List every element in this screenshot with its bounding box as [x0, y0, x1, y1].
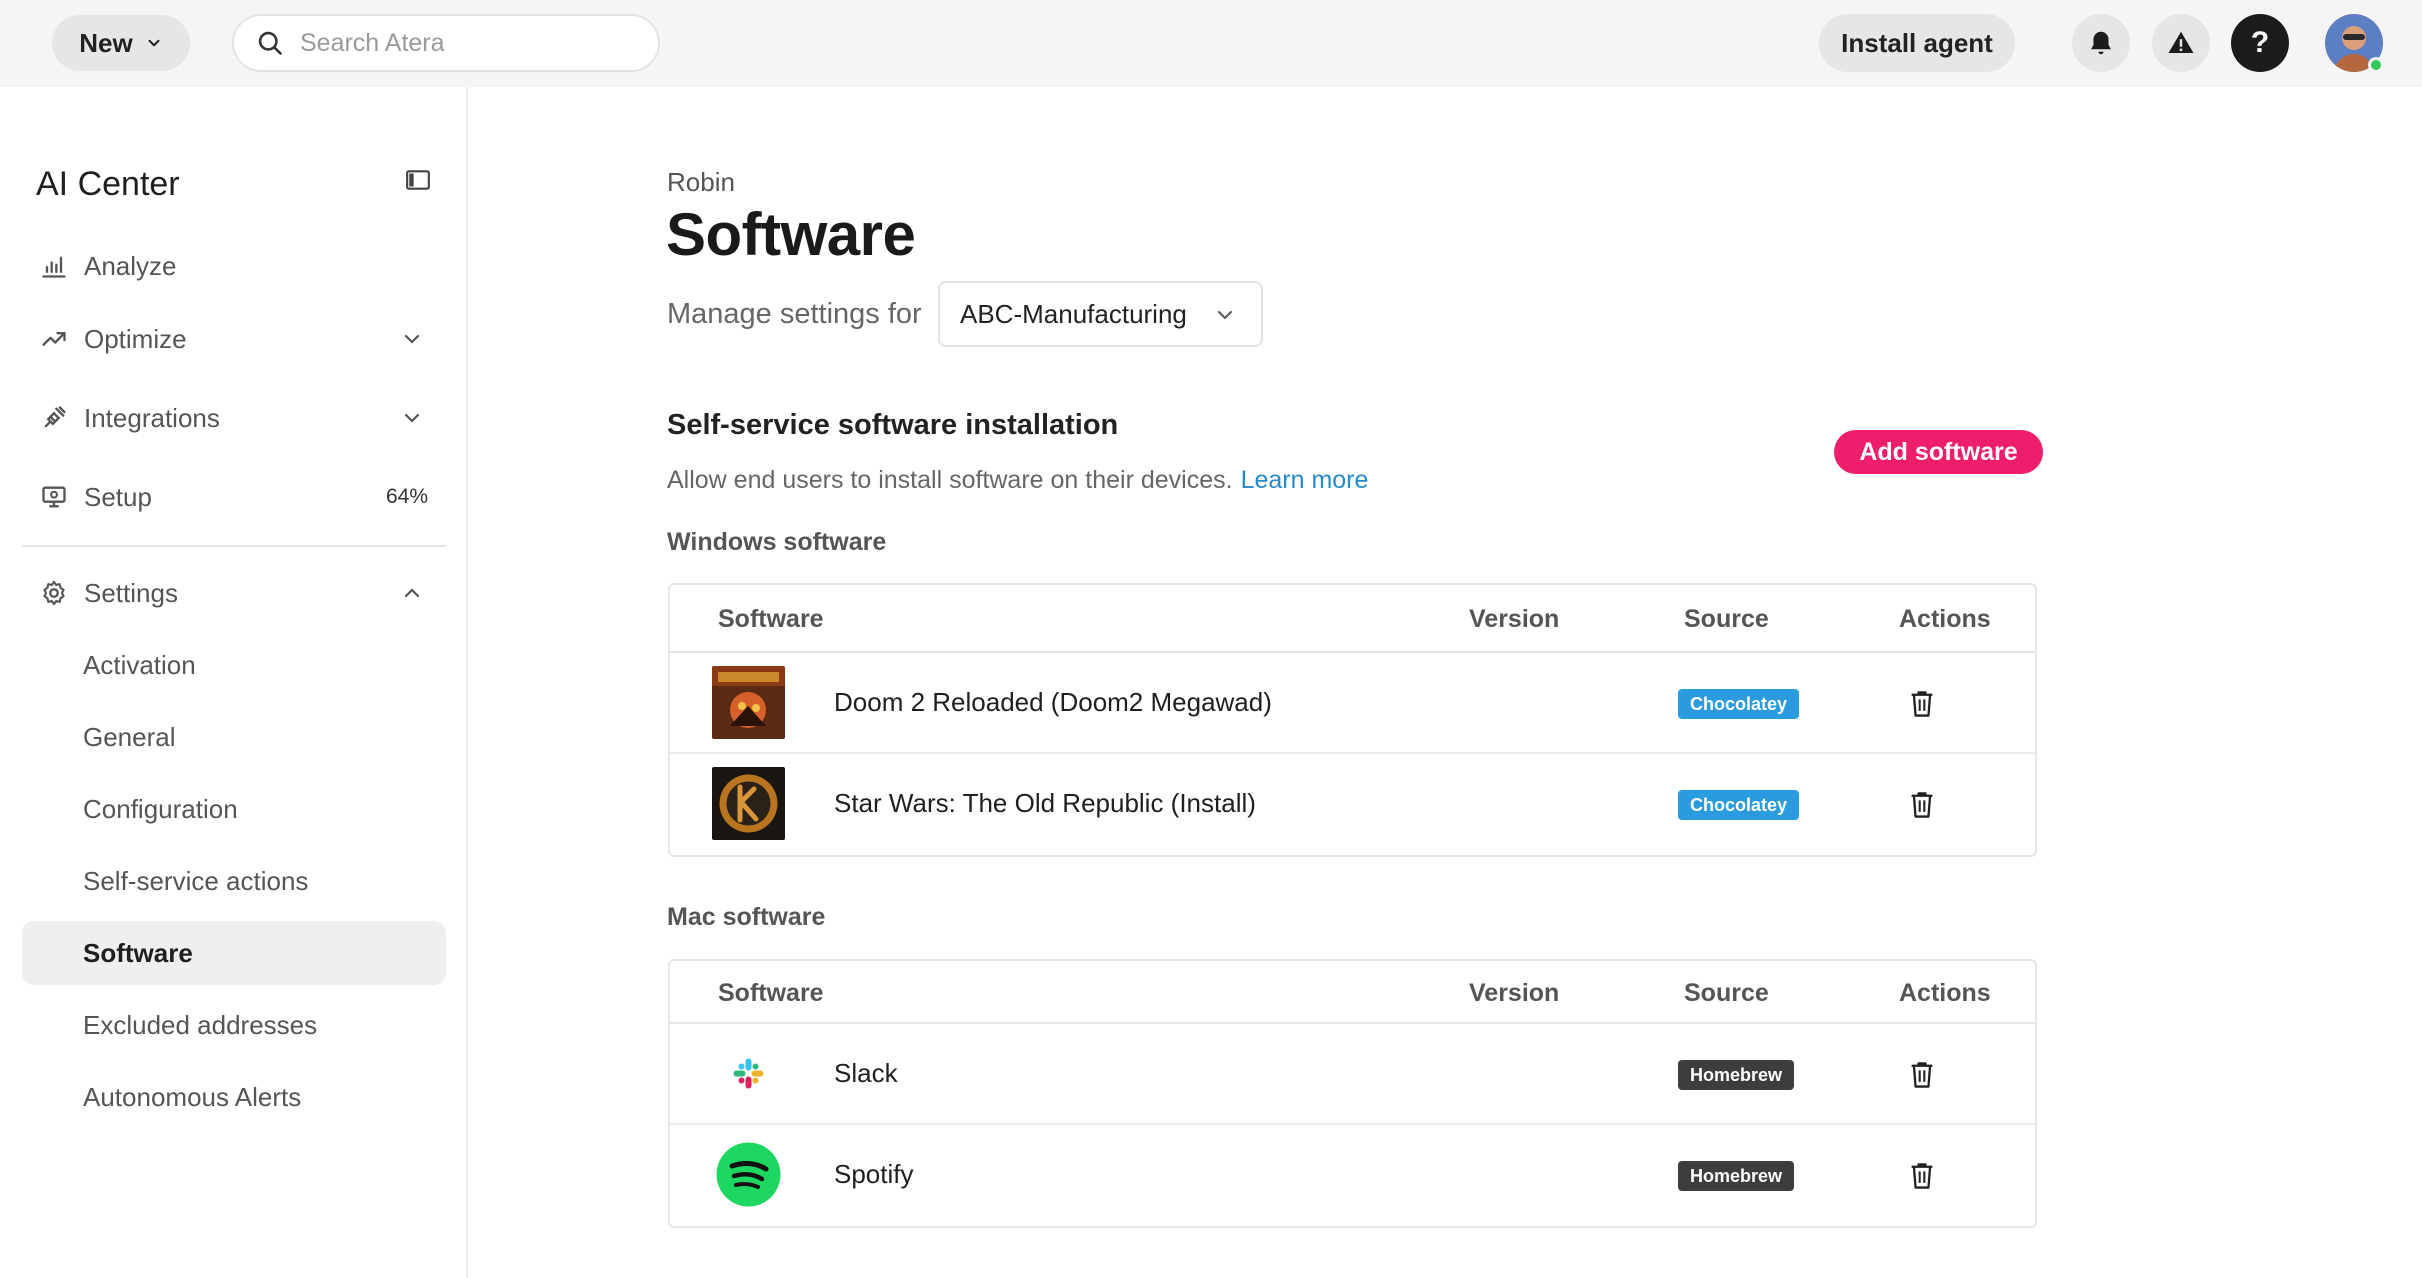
table-row: Slack Homebrew — [670, 1024, 2035, 1125]
online-status-dot — [2368, 57, 2384, 73]
help-button[interactable]: ? — [2231, 14, 2289, 72]
windows-software-table: Software Version Source Actions Doom 2 R… — [668, 583, 2037, 857]
chevron-up-icon — [404, 588, 420, 598]
mac-software-title: Mac software — [667, 903, 826, 931]
add-software-button[interactable]: Add software — [1834, 430, 2043, 474]
sidebar-subitem-autonomous-alerts[interactable]: Autonomous Alerts — [22, 1065, 446, 1129]
trending-up-icon — [38, 323, 70, 355]
trash-icon[interactable] — [1908, 1060, 1936, 1090]
section-description-text: Allow end users to install software on t… — [667, 466, 1233, 494]
windows-software-title: Windows software — [667, 528, 887, 556]
section-description: Allow end users to install software on t… — [667, 466, 1368, 495]
sidebar-item-label: Analyze — [84, 250, 177, 281]
alerts-button[interactable] — [2152, 14, 2210, 72]
column-header-actions: Actions — [1899, 979, 1991, 1007]
sidebar-subitem-configuration[interactable]: Configuration — [22, 777, 446, 841]
sidebar-subitem-self-service-actions[interactable]: Self-service actions — [22, 849, 446, 913]
top-bar: New Install agent ? — [0, 0, 2422, 87]
sidebar: AI Center Analyze Optimize Integrations … — [0, 87, 468, 1278]
source-badge: Homebrew — [1678, 1060, 1795, 1090]
spotify-logo-icon — [712, 1138, 785, 1211]
customer-select[interactable]: ABC-Manufacturing — [938, 281, 1263, 347]
chevron-down-icon — [404, 413, 420, 423]
sidebar-item-settings[interactable]: Settings — [22, 561, 446, 625]
learn-more-link[interactable]: Learn more — [1241, 466, 1369, 494]
software-name: Doom 2 Reloaded (Doom2 Megawad) — [834, 687, 1272, 717]
column-header-software: Software — [718, 979, 824, 1007]
mac-software-table: Software Version Source Actions Slack Ho… — [668, 959, 2037, 1228]
customer-select-value: ABC-Manufacturing — [960, 298, 1187, 329]
sidebar-item-label: Settings — [84, 577, 178, 608]
table-header: Software Version Source Actions — [670, 961, 2035, 1024]
software-name: Star Wars: The Old Republic (Install) — [834, 788, 1256, 818]
trash-icon[interactable] — [1908, 689, 1936, 719]
monitor-icon — [38, 481, 70, 513]
search-icon — [258, 31, 282, 55]
table-row: Spotify Homebrew — [670, 1125, 2035, 1226]
sidebar-item-integrations[interactable]: Integrations — [22, 386, 446, 450]
sidebar-item-optimize[interactable]: Optimize — [22, 307, 446, 371]
chevron-down-icon — [148, 39, 160, 47]
sidebar-item-label: Setup — [84, 481, 152, 512]
table-row: Doom 2 Reloaded (Doom2 Megawad) Chocolat… — [670, 653, 2035, 754]
warning-icon — [2168, 31, 2194, 53]
table-row: Star Wars: The Old Republic (Install) Ch… — [670, 754, 2035, 855]
help-icon: ? — [2250, 26, 2270, 59]
source-badge: Chocolatey — [1678, 689, 1800, 719]
new-button[interactable]: New — [52, 15, 190, 71]
chevron-down-icon — [1218, 311, 1232, 320]
table-header: Software Version Source Actions — [670, 585, 2035, 653]
column-header-version: Version — [1469, 979, 1560, 1007]
section-title: Self-service software installation — [667, 409, 1119, 441]
page-title: Software — [666, 201, 916, 268]
bar-chart-icon — [38, 250, 70, 282]
notifications-button[interactable] — [2072, 14, 2130, 72]
install-agent-button[interactable]: Install agent — [1819, 14, 2015, 72]
software-name: Slack — [834, 1058, 898, 1088]
sidebar-subitem-excluded-addresses[interactable]: Excluded addresses — [22, 993, 446, 1057]
doom-logo-icon — [712, 666, 785, 739]
software-name: Spotify — [834, 1159, 914, 1189]
sidebar-divider — [22, 545, 446, 547]
column-header-source: Source — [1684, 979, 1769, 1007]
sidebar-subitem-software[interactable]: Software — [22, 921, 446, 985]
sidebar-item-label: Optimize — [84, 323, 187, 354]
collapse-sidebar-icon[interactable] — [405, 167, 431, 193]
sidebar-item-label: Integrations — [84, 402, 220, 433]
sidebar-subitem-activation[interactable]: Activation — [22, 633, 446, 697]
sidebar-title: AI Center — [36, 165, 180, 203]
source-badge: Chocolatey — [1678, 790, 1800, 820]
sidebar-item-setup[interactable]: Setup 64% — [22, 465, 446, 529]
sidebar-subitem-general[interactable]: General — [22, 705, 446, 769]
source-badge: Homebrew — [1678, 1161, 1795, 1191]
gear-icon — [38, 577, 70, 609]
column-header-version: Version — [1469, 605, 1560, 633]
setup-progress: 64% — [385, 485, 428, 508]
column-header-software: Software — [718, 605, 824, 633]
plug-icon — [38, 402, 70, 434]
column-header-actions: Actions — [1899, 605, 1991, 633]
trash-icon[interactable] — [1908, 1161, 1936, 1191]
swtor-logo-icon — [712, 767, 785, 840]
slack-logo-icon — [712, 1037, 785, 1110]
trash-icon[interactable] — [1908, 790, 1936, 820]
sidebar-item-analyze[interactable]: Analyze — [22, 234, 446, 298]
search-input[interactable] — [300, 28, 640, 58]
bell-icon — [2091, 31, 2111, 55]
new-button-label: New — [79, 27, 133, 58]
search-box[interactable] — [232, 14, 660, 72]
manage-settings-label: Manage settings for — [667, 298, 922, 330]
column-header-source: Source — [1684, 605, 1769, 633]
user-avatar[interactable] — [2325, 14, 2384, 73]
chevron-down-icon — [404, 334, 420, 344]
breadcrumb[interactable]: Robin — [667, 167, 735, 198]
